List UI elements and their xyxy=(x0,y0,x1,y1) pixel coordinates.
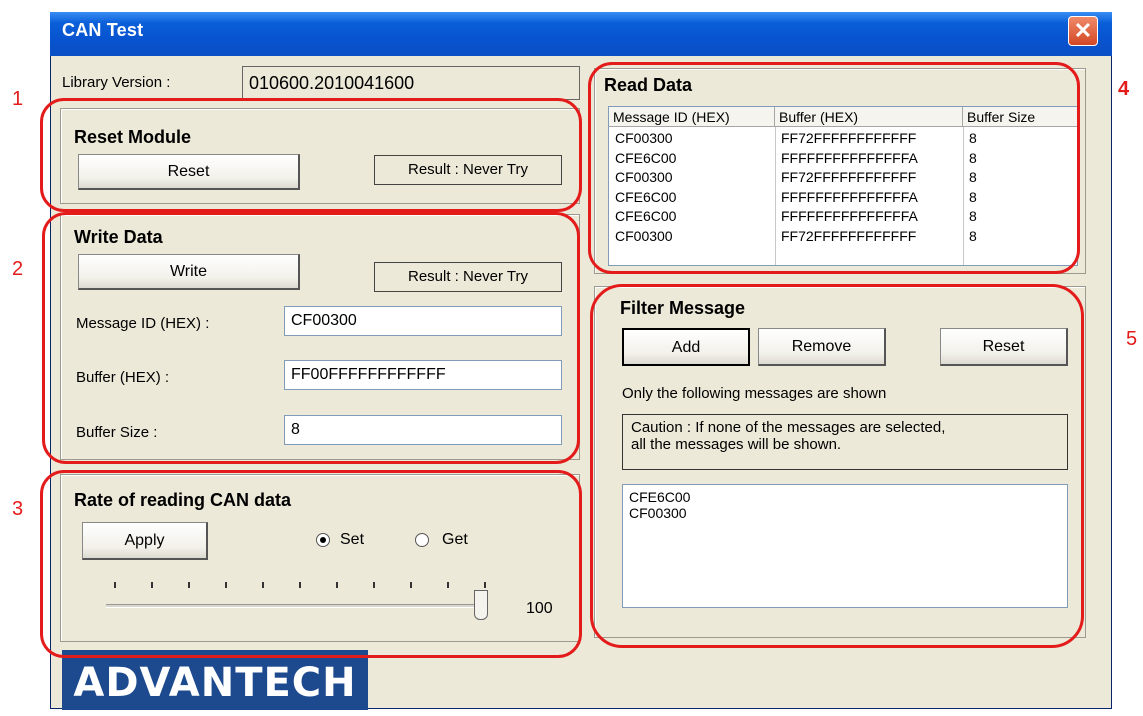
highlight-outline-4 xyxy=(588,62,1080,274)
advantech-logo: ADVANTECH xyxy=(62,650,368,710)
highlight-outline-1 xyxy=(40,98,582,212)
window-title: CAN Test xyxy=(62,20,144,40)
marker-5: 5 xyxy=(1126,328,1138,350)
library-version-label: Library Version : xyxy=(62,74,171,91)
marker-3: 3 xyxy=(12,498,24,520)
highlight-outline-2 xyxy=(42,212,580,464)
highlight-outline-5 xyxy=(590,284,1084,648)
highlight-outline-3 xyxy=(40,470,582,658)
marker-4: 4 xyxy=(1118,78,1130,100)
title-bar[interactable] xyxy=(50,12,1112,56)
marker-1: 1 xyxy=(12,88,24,110)
library-version-value: 010600.2010041600 xyxy=(242,66,580,100)
close-button[interactable]: ✕ xyxy=(1068,16,1098,46)
marker-2: 2 xyxy=(12,258,24,280)
